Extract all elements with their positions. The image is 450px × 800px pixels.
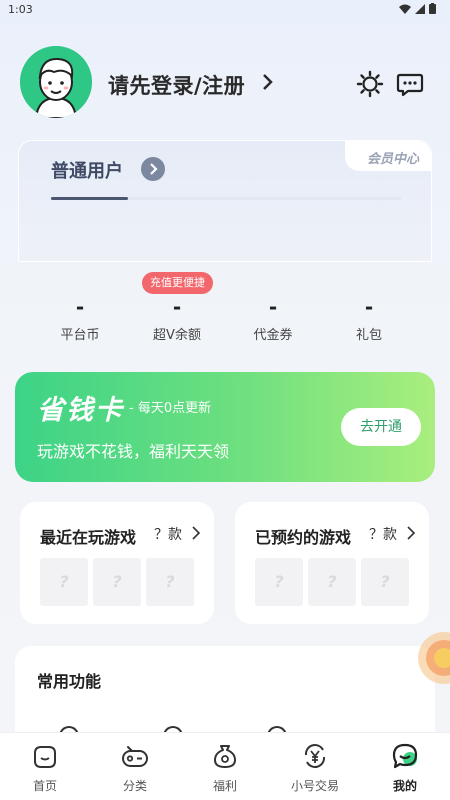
stat-label: 礼包 <box>355 328 382 343</box>
settings-gear-icon[interactable] <box>356 70 384 98</box>
tab-label: 我的 <box>392 779 417 793</box>
recent-games-card[interactable]: 最近在玩游戏 ？款 ? ? ? <box>20 502 214 624</box>
tab-label: 分类 <box>122 779 147 793</box>
message-icon[interactable] <box>396 70 424 98</box>
profile-header: 请先登录/注册 <box>20 46 430 122</box>
stat-value: - <box>75 295 85 319</box>
stat-platform-coin[interactable]: - 平台币 <box>30 294 130 343</box>
recharge-badge[interactable]: 充值更便捷 <box>142 272 213 294</box>
signal-icon <box>415 3 425 14</box>
stat-value: - <box>172 295 182 319</box>
tab-label: 福利 <box>212 779 237 793</box>
bottom-tab-bar: 首页 分类 福利 小号交易 我的 <box>0 732 450 800</box>
stat-label: 超V余额 <box>153 328 201 343</box>
member-center-label: 会员中心 <box>366 152 419 167</box>
wifi-icon <box>399 4 411 14</box>
game-placeholder: ? <box>40 558 88 606</box>
chevron-right-icon[interactable] <box>262 72 274 92</box>
member-center-tab[interactable]: 会员中心 <box>345 141 431 171</box>
recent-games-count: ？款 <box>154 527 182 543</box>
stat-super-v-balance[interactable]: - 超V余额 <box>127 294 227 343</box>
stat-label: 代金券 <box>253 328 293 343</box>
status-bar: 1:03 <box>0 0 450 20</box>
member-progress-fill <box>51 197 128 200</box>
tab-label: 首页 <box>32 779 57 793</box>
common-functions-title: 常用功能 <box>37 672 102 691</box>
chevron-right-icon[interactable] <box>407 526 415 540</box>
reserved-games-title: 已预约的游戏 <box>255 528 352 547</box>
game-placeholder: ? <box>255 558 303 606</box>
reserved-games-card[interactable]: 已预约的游戏 ？款 ? ? ? <box>235 502 429 624</box>
money-saving-card[interactable]: 省钱卡 - 每天0点更新 玩游戏不花钱，福利天天领 去开通 <box>15 372 435 482</box>
member-level-title: 普通用户 <box>51 161 123 182</box>
recent-games-title: 最近在玩游戏 <box>40 528 137 547</box>
avatar-illustration <box>20 46 92 118</box>
home-icon <box>34 746 56 768</box>
stat-voucher[interactable]: - 代金券 <box>223 294 323 343</box>
yuan-exchange-icon <box>304 744 326 768</box>
tab-category[interactable]: 分类 <box>90 741 180 794</box>
status-icons <box>399 3 436 14</box>
login-register-link[interactable]: 请先登录/注册 <box>108 70 245 100</box>
member-card[interactable]: 普通用户 会员中心 <box>18 140 432 262</box>
stat-value: - <box>268 295 278 319</box>
activate-button[interactable]: 去开通 <box>341 408 421 446</box>
reserved-games-count: ？款 <box>369 527 397 543</box>
tab-label: 小号交易 <box>290 779 339 793</box>
tab-home[interactable]: 首页 <box>0 741 90 794</box>
game-placeholder: ? <box>146 558 194 606</box>
tab-mine[interactable]: 我的 <box>360 741 450 794</box>
stat-label: 平台币 <box>60 328 100 343</box>
stat-value: - <box>364 295 374 319</box>
game-placeholder: ? <box>93 558 141 606</box>
stat-gift-pack[interactable]: - 礼包 <box>319 294 419 343</box>
money-card-title: 省钱卡 <box>37 395 124 426</box>
money-card-description: 玩游戏不花钱，福利天天领 <box>37 442 230 461</box>
tab-welfare[interactable]: 福利 <box>180 741 270 794</box>
wallet-stats: 充值更便捷 - 平台币 - 超V余额 - 代金券 - 礼包 <box>30 270 420 350</box>
gamepad-icon <box>122 746 148 767</box>
battery-icon <box>429 3 436 14</box>
game-placeholder: ? <box>361 558 409 606</box>
member-arrow-button[interactable] <box>141 157 165 181</box>
chevron-right-icon <box>150 163 158 175</box>
money-card-subtitle: - 每天0点更新 <box>129 401 212 416</box>
tab-account-trade[interactable]: 小号交易 <box>270 741 360 794</box>
game-placeholder: ? <box>308 558 356 606</box>
status-time: 1:03 <box>8 3 33 16</box>
gift-bag-icon <box>214 745 236 768</box>
floating-promo-icon[interactable] <box>416 628 450 688</box>
chevron-right-icon[interactable] <box>192 526 200 540</box>
profile-icon <box>392 743 418 769</box>
avatar[interactable] <box>20 46 92 118</box>
